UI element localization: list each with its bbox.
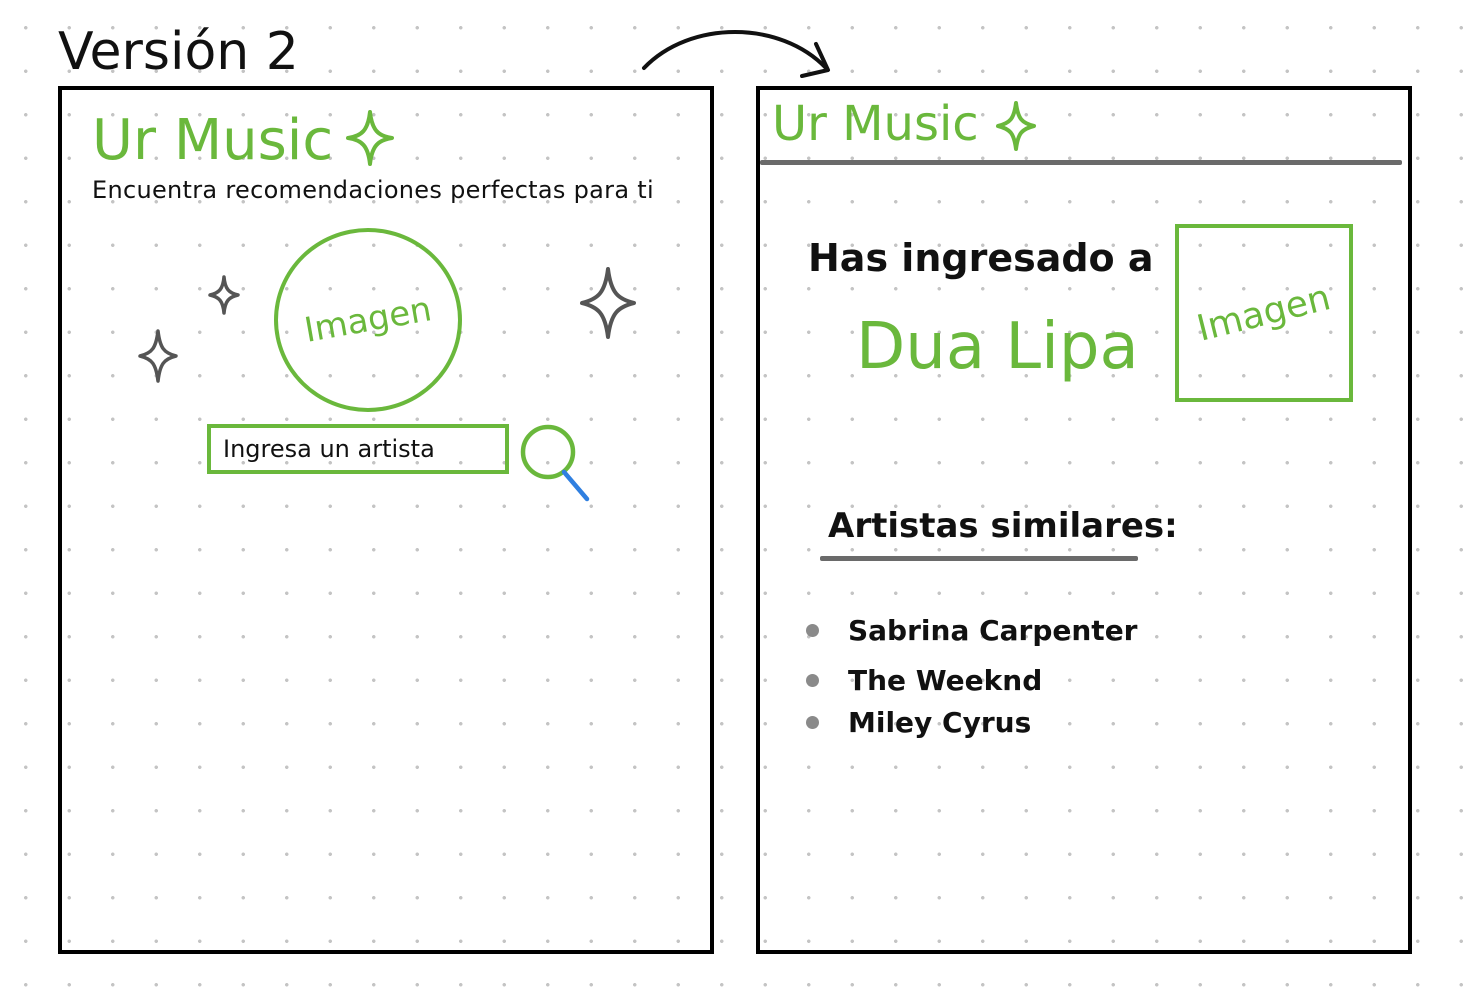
list-item[interactable]: Miley Cyrus: [806, 700, 1138, 746]
artist-name: Dua Lipa: [856, 310, 1139, 384]
image-placeholder-label: Imagen: [1193, 276, 1335, 350]
sparkle-icon: [580, 267, 636, 339]
similar-artists-list: Sabrina Carpenter The Weeknd Miley Cyrus: [806, 608, 1138, 746]
sparkle-icon: [208, 275, 240, 315]
image-placeholder-label: Imagen: [301, 289, 435, 351]
tagline: Encuentra recomendaciones perfectas para…: [92, 176, 654, 204]
search-icon[interactable]: [518, 420, 594, 504]
flow-arrow-icon: [642, 30, 830, 78]
similar-title-underline: [820, 556, 1138, 561]
sparkle-icon: [346, 110, 394, 166]
header-divider: [760, 160, 1402, 165]
artist-search-input[interactable]: Ingresa un artista: [207, 424, 509, 474]
artist-image-placeholder: Imagen: [274, 228, 462, 412]
brand-logo: Ur Music: [772, 96, 979, 152]
sparkle-icon: [138, 329, 178, 383]
entered-heading: Has ingresado a: [808, 236, 1154, 280]
artist-item-label: The Weeknd: [848, 664, 1043, 697]
artist-image-placeholder: Imagen: [1175, 224, 1353, 402]
version-label: Versión 2: [58, 22, 299, 82]
sparkle-icon: [996, 101, 1036, 151]
list-item[interactable]: The Weeknd: [806, 658, 1138, 704]
bullet-icon: [806, 674, 819, 687]
artist-item-label: Miley Cyrus: [848, 706, 1032, 739]
brand-logo: Ur Music: [92, 108, 334, 173]
bullet-icon: [806, 624, 819, 637]
artist-item-label: Sabrina Carpenter: [848, 614, 1138, 647]
similar-artists-title: Artistas similares:: [828, 506, 1178, 546]
list-item[interactable]: Sabrina Carpenter: [806, 608, 1138, 654]
search-screen: [58, 86, 714, 954]
bullet-icon: [806, 716, 819, 729]
